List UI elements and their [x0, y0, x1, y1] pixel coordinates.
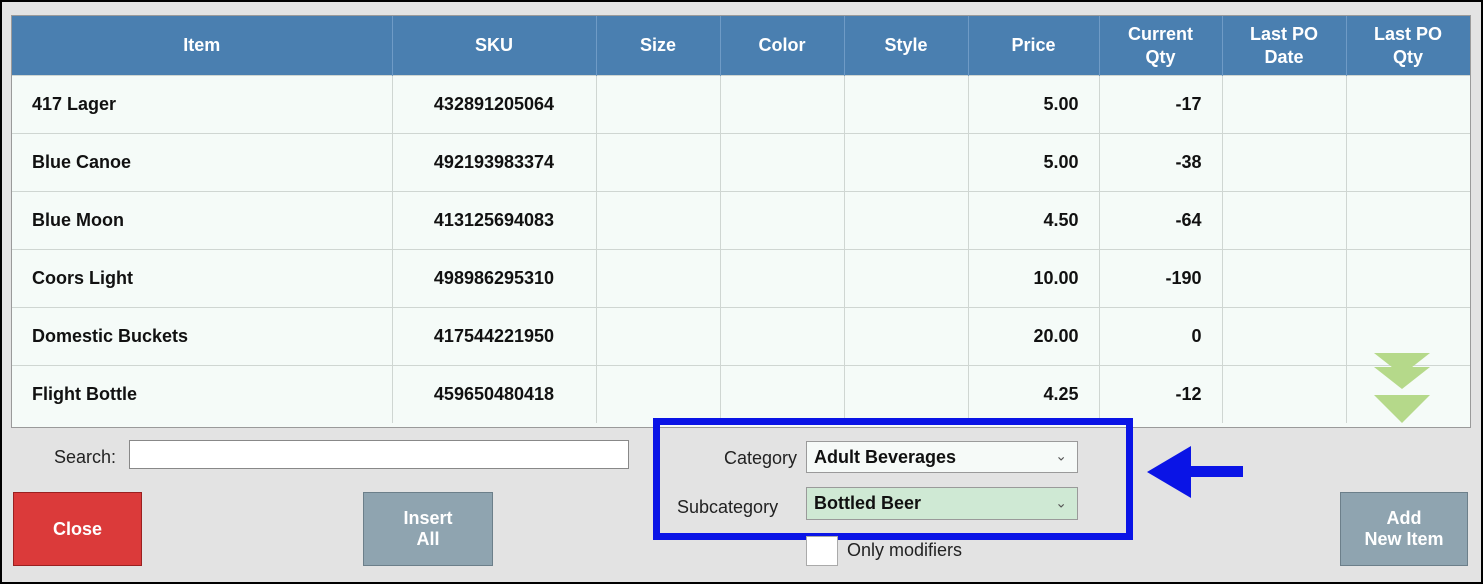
cell-current-qty: -38	[1099, 133, 1223, 192]
cell-color	[720, 249, 845, 308]
items-table: Item SKU Size Color Style Price Current …	[11, 15, 1471, 428]
arrow-left-icon	[1147, 446, 1243, 498]
cell-sku: 417544221950	[392, 307, 597, 366]
cell-last-po-date	[1222, 249, 1347, 308]
table-row[interactable]: Coors Light 498986295310 10.00 -190	[12, 249, 1470, 308]
double-chevron-down-icon[interactable]	[1374, 353, 1430, 428]
cell-price: 10.00	[968, 249, 1100, 308]
table-row[interactable]: Domestic Buckets 417544221950 20.00 0	[12, 307, 1470, 366]
cell-item: 417 Lager	[12, 75, 393, 134]
cell-price: 4.25	[968, 365, 1100, 423]
cell-color	[720, 75, 845, 134]
close-button[interactable]: Close	[13, 492, 142, 566]
annotation-highlight-box	[653, 418, 1133, 540]
table-header-row: Item SKU Size Color Style Price Current …	[12, 16, 1470, 76]
insert-all-button[interactable]: Insert All	[363, 492, 493, 566]
column-header-color[interactable]: Color	[720, 16, 845, 76]
cell-last-po-qty	[1346, 249, 1470, 308]
cell-color	[720, 365, 845, 423]
cell-last-po-qty	[1346, 75, 1470, 134]
cell-current-qty: -12	[1099, 365, 1223, 423]
cell-price: 20.00	[968, 307, 1100, 366]
cell-size	[596, 191, 721, 250]
column-header-last-po-date[interactable]: Last PO Date	[1222, 16, 1347, 76]
cell-price: 4.50	[968, 191, 1100, 250]
cell-sku: 459650480418	[392, 365, 597, 423]
table-row[interactable]: Blue Canoe 492193983374 5.00 -38	[12, 133, 1470, 192]
table-row[interactable]: Blue Moon 413125694083 4.50 -64	[12, 191, 1470, 250]
cell-last-po-date	[1222, 191, 1347, 250]
table-row[interactable]: Flight Bottle 459650480418 4.25 -12	[12, 365, 1470, 423]
cell-last-po-qty	[1346, 133, 1470, 192]
cell-size	[596, 133, 721, 192]
cell-last-po-date	[1222, 75, 1347, 134]
cell-size	[596, 307, 721, 366]
column-header-size[interactable]: Size	[596, 16, 721, 76]
column-header-last-po-qty[interactable]: Last PO Qty	[1346, 16, 1470, 76]
cell-sku: 432891205064	[392, 75, 597, 134]
add-new-item-button[interactable]: Add New Item	[1340, 492, 1468, 566]
cell-item: Flight Bottle	[12, 365, 393, 423]
cell-sku: 492193983374	[392, 133, 597, 192]
cell-item: Domestic Buckets	[12, 307, 393, 366]
cell-style	[844, 191, 969, 250]
column-header-current-qty[interactable]: Current Qty	[1099, 16, 1223, 76]
search-label: Search:	[54, 447, 117, 467]
cell-price: 5.00	[968, 133, 1100, 192]
table-row[interactable]: 417 Lager 432891205064 5.00 -17	[12, 75, 1470, 134]
cell-last-po-date	[1222, 365, 1347, 423]
cell-color	[720, 307, 845, 366]
cell-size	[596, 365, 721, 423]
cell-style	[844, 307, 969, 366]
cell-last-po-date	[1222, 307, 1347, 366]
search-input[interactable]	[129, 440, 629, 469]
cell-item: Coors Light	[12, 249, 393, 308]
cell-size	[596, 75, 721, 134]
column-header-item[interactable]: Item	[12, 16, 393, 76]
cell-current-qty: -17	[1099, 75, 1223, 134]
cell-current-qty: 0	[1099, 307, 1223, 366]
column-header-sku[interactable]: SKU	[392, 16, 597, 76]
column-header-style[interactable]: Style	[844, 16, 969, 76]
cell-last-po-date	[1222, 133, 1347, 192]
cell-color	[720, 191, 845, 250]
cell-style	[844, 75, 969, 134]
cell-style	[844, 365, 969, 423]
cell-current-qty: -190	[1099, 249, 1223, 308]
column-header-price[interactable]: Price	[968, 16, 1100, 76]
cell-last-po-qty	[1346, 191, 1470, 250]
cell-item: Blue Moon	[12, 191, 393, 250]
cell-color	[720, 133, 845, 192]
item-lookup-window: Item SKU Size Color Style Price Current …	[0, 0, 1483, 584]
only-modifiers-checkbox[interactable]	[806, 536, 838, 566]
cell-style	[844, 133, 969, 192]
cell-size	[596, 249, 721, 308]
cell-price: 5.00	[968, 75, 1100, 134]
cell-sku: 413125694083	[392, 191, 597, 250]
cell-sku: 498986295310	[392, 249, 597, 308]
only-modifiers-label: Only modifiers	[847, 540, 963, 560]
cell-style	[844, 249, 969, 308]
cell-item: Blue Canoe	[12, 133, 393, 192]
cell-current-qty: -64	[1099, 191, 1223, 250]
